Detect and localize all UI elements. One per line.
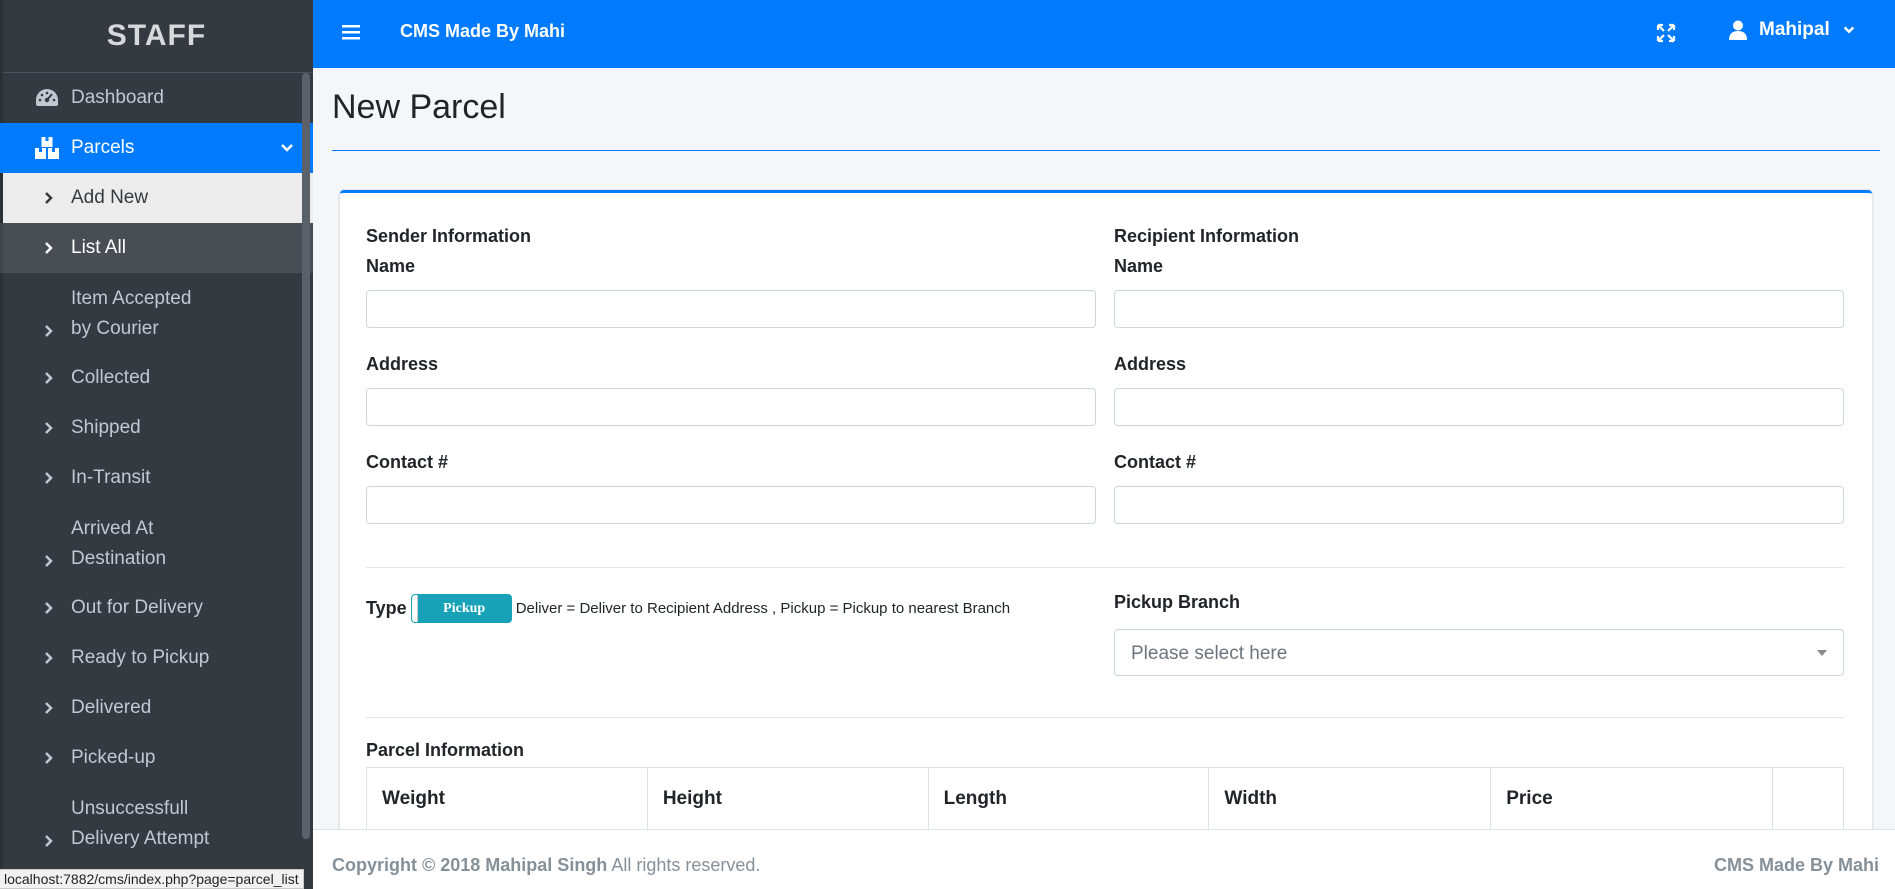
user-menu[interactable]: Mahipal	[1729, 19, 1868, 41]
sidebar-item-add-new[interactable]: Add New	[3, 173, 313, 223]
browser-status-url: localhost:7882/cms/index.php?page=parcel…	[0, 869, 304, 889]
chevron-right-icon	[45, 602, 53, 614]
sidebar-item-shipped[interactable]: Shipped	[0, 403, 313, 453]
recipient-address-input[interactable]	[1114, 388, 1844, 426]
sidebar-item-label: Shipped	[71, 417, 141, 438]
type-row: Type Pickup Deliver = Deliver to Recipie…	[366, 594, 1010, 623]
sidebar-item-label: Unsuccessfull Delivery Attempt	[71, 798, 210, 849]
sidebar-item-in-transit[interactable]: In-Transit	[0, 453, 313, 503]
column-header-width: Width	[1208, 767, 1492, 830]
table-header-row: Weight Height Length Width Price	[366, 767, 1844, 830]
user-icon	[1729, 20, 1747, 40]
sender-name-label: Name	[366, 256, 416, 276]
toggle-label: Pickup	[443, 601, 486, 616]
footer-app-name: CMS Made By Mahi	[1713, 855, 1879, 875]
sidebar-item-label: Ready to Pickup	[71, 647, 210, 668]
dropdown-arrow-icon	[1817, 650, 1827, 656]
type-help-text: Deliver = Deliver to Recipient Address ,…	[515, 600, 1011, 617]
sidebar-item-collected[interactable]: Collected	[0, 353, 313, 403]
pickup-branch-select[interactable]: Please select here	[1114, 629, 1844, 676]
chevron-right-icon	[45, 422, 53, 434]
copyright-rest: All rights reserved.	[611, 855, 761, 875]
column-header-height: Height	[646, 767, 929, 830]
sidebar-item-label: Out for Delivery	[71, 597, 203, 618]
recipient-address-label: Address	[1114, 354, 1187, 374]
sidebar-item-label: Picked-up	[71, 747, 156, 768]
column-header-price: Price	[1490, 767, 1774, 830]
new-parcel-form: Sender Information Name Address Contact …	[340, 190, 1872, 840]
sidebar-item-list-all[interactable]: List All	[0, 223, 313, 273]
sidebar-item-label: List All	[71, 237, 126, 258]
column-header-weight: Weight	[366, 767, 648, 830]
sidebar-item-label: Item Accepted by Courier	[71, 288, 192, 339]
chevron-right-icon	[45, 752, 53, 764]
parcel-info-heading: Parcel Information	[366, 740, 525, 760]
sidebar-item-label: Add New	[71, 187, 149, 208]
sidebar-item-label: Collected	[71, 367, 151, 388]
sidebar: STAFF Dashboard Parcels Add New List All…	[0, 0, 313, 889]
chevron-right-icon	[45, 835, 53, 847]
chevron-right-icon	[45, 702, 53, 714]
sidebar-item-item-accepted[interactable]: Item Accepted by Courier	[0, 273, 313, 353]
sidebar-item-dashboard[interactable]: Dashboard	[0, 73, 313, 123]
sidebar-item-label: Arrived At Destination	[71, 518, 167, 569]
sender-address-input[interactable]	[366, 388, 1096, 426]
brand-logo[interactable]: STAFF	[0, 0, 313, 73]
sidebar-item-label: Delivered	[71, 697, 152, 718]
sender-address-label: Address	[366, 354, 439, 374]
chevron-down-icon	[1843, 26, 1854, 34]
boxes-icon	[34, 135, 60, 161]
section-divider	[366, 567, 1844, 568]
recipient-contact-label: Contact #	[1114, 452, 1197, 472]
chevron-down-icon	[281, 144, 293, 152]
title-divider	[332, 150, 1880, 151]
column-header-actions	[1772, 767, 1844, 830]
copyright-owner: Copyright © 2018 Mahipal Singh	[332, 855, 608, 875]
sidebar-scrollbar[interactable]	[302, 73, 310, 839]
sender-name-input[interactable]	[366, 290, 1096, 328]
sidebar-item-ready-to-pickup[interactable]: Ready to Pickup	[0, 633, 313, 683]
fullscreen-icon[interactable]	[1656, 23, 1676, 43]
chevron-right-icon	[45, 472, 53, 484]
hamburger-menu-icon[interactable]	[341, 22, 361, 42]
pickup-branch-placeholder: Please select here	[1131, 643, 1288, 664]
sender-contact-input[interactable]	[366, 486, 1096, 524]
sidebar-item-parcels[interactable]: Parcels	[0, 123, 313, 173]
recipient-contact-input[interactable]	[1114, 486, 1844, 524]
copyright: Copyright © 2018 Mahipal Singh All right…	[332, 855, 760, 876]
recipient-name-input[interactable]	[1114, 290, 1844, 328]
type-label: Type	[366, 598, 407, 618]
type-toggle-switch[interactable]: Pickup	[410, 594, 512, 623]
section-divider	[366, 717, 1844, 718]
sidebar-item-picked-up[interactable]: Picked-up	[0, 733, 313, 783]
sender-heading: Sender Information	[366, 226, 532, 246]
page-title: New Parcel	[332, 88, 506, 126]
chevron-right-icon	[45, 372, 53, 384]
sidebar-item-arrived-at-destination[interactable]: Arrived At Destination	[0, 503, 313, 583]
recipient-name-label: Name	[1114, 256, 1164, 276]
sidebar-item-delivered[interactable]: Delivered	[0, 683, 313, 733]
app-title[interactable]: CMS Made By Mahi	[400, 21, 565, 42]
sender-contact-label: Contact #	[366, 452, 449, 472]
parcel-info-table: Weight Height Length Width Price	[366, 767, 1844, 830]
chevron-right-icon	[45, 242, 53, 254]
chevron-right-icon	[45, 325, 53, 337]
footer: Copyright © 2018 Mahipal Singh All right…	[313, 829, 1895, 889]
sidebar-item-label: Dashboard	[71, 87, 164, 108]
recipient-heading: Recipient Information	[1114, 226, 1300, 246]
chevron-right-icon	[45, 192, 53, 204]
sidebar-item-label: Parcels	[71, 137, 135, 158]
pickup-branch-label: Pickup Branch	[1114, 592, 1241, 612]
chevron-right-icon	[45, 652, 53, 664]
top-navbar: CMS Made By Mahi Mahipal	[313, 0, 1895, 68]
dashboard-icon	[34, 85, 60, 111]
chevron-right-icon	[45, 555, 53, 567]
user-name: Mahipal	[1759, 19, 1830, 40]
sidebar-item-out-for-delivery[interactable]: Out for Delivery	[0, 583, 313, 633]
sidebar-item-label: In-Transit	[71, 467, 151, 488]
sidebar-item-unsuccessful-delivery[interactable]: Unsuccessfull Delivery Attempt	[0, 783, 313, 863]
column-header-length: Length	[927, 767, 1210, 830]
